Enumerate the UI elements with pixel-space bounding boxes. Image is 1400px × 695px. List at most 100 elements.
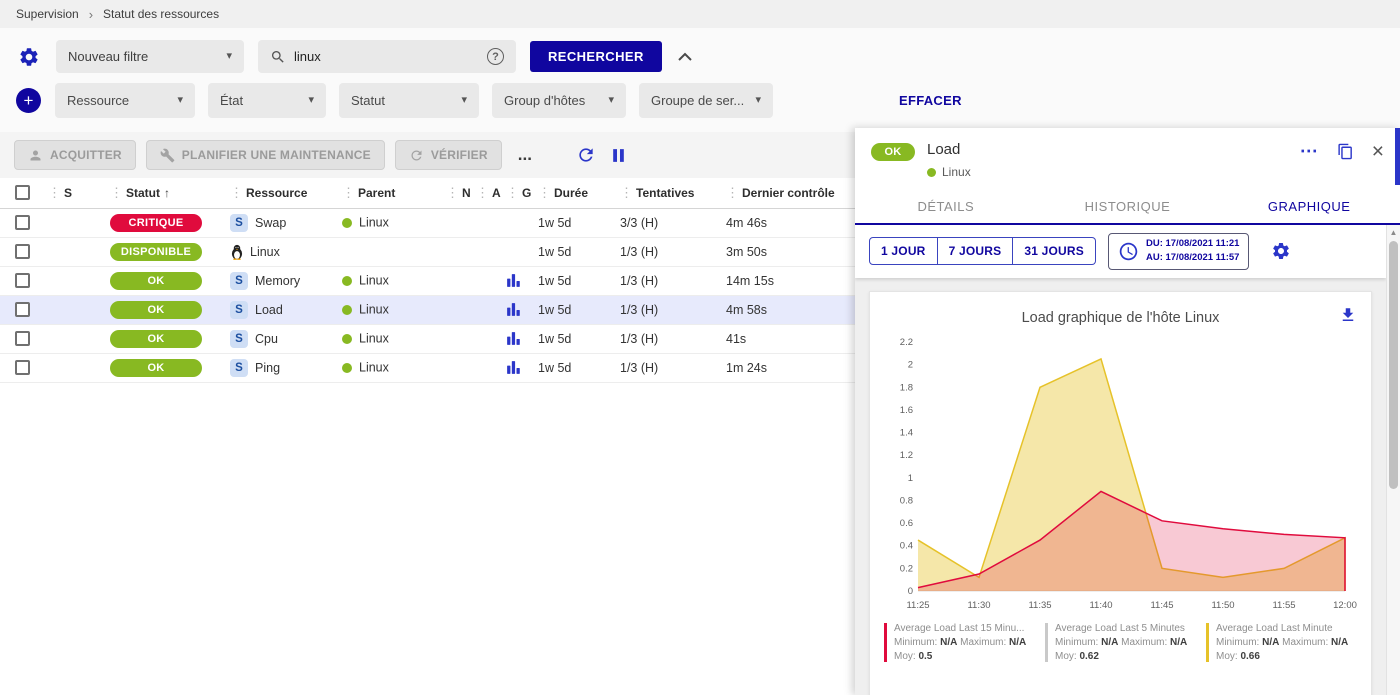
drag-handle-icon[interactable]: ⋮ [538, 185, 551, 200]
column-header-parent[interactable]: ⋮Parent [338, 178, 442, 208]
scroll-up-arrow-icon[interactable]: ▲ [1387, 228, 1400, 237]
column-header-duree[interactable]: ⋮Durée [534, 178, 616, 208]
copy-link-icon[interactable] [1335, 141, 1356, 162]
more-actions-button[interactable]: ... [512, 145, 538, 165]
resource-cell[interactable]: SSwap [226, 208, 338, 237]
breadcrumb-item-supervision[interactable]: Supervision [16, 7, 79, 21]
parent-cell[interactable]: Linux [338, 353, 442, 382]
graph-settings-gear-icon[interactable] [1269, 239, 1293, 263]
parent-cell[interactable]: Linux [338, 295, 442, 324]
table-row[interactable]: OKSPingLinux1w 5d1/3 (H)1m 24s [0, 353, 855, 382]
graph-icon[interactable] [506, 360, 521, 375]
range-button-1-jour[interactable]: 1 JOUR [869, 237, 938, 265]
column-header-a[interactable]: ⋮A [472, 178, 502, 208]
search-button[interactable]: RECHERCHER [530, 41, 662, 72]
drag-handle-icon[interactable]: ⋮ [506, 185, 519, 200]
row-checkbox[interactable] [15, 360, 30, 375]
saved-filter-select[interactable]: Nouveau filtre ▾ [56, 40, 244, 73]
row-checkbox[interactable] [15, 273, 30, 288]
help-icon[interactable]: ? [487, 48, 504, 65]
graph-cell[interactable] [502, 266, 534, 295]
range-button-31-jours[interactable]: 31 JOURS [1013, 237, 1096, 265]
graph-icon[interactable] [506, 331, 521, 346]
table-row[interactable]: OKSLoadLinux1w 5d1/3 (H)4m 58s [0, 295, 855, 324]
column-header-n[interactable]: ⋮N [442, 178, 472, 208]
criteria-select-groupe-de-ser[interactable]: Groupe de ser...▾ [639, 83, 773, 118]
resource-cell[interactable]: SCpu [226, 324, 338, 353]
drag-handle-icon[interactable]: ⋮ [446, 185, 459, 200]
row-checkbox[interactable] [15, 331, 30, 346]
severity-cell [44, 266, 106, 295]
criteria-select-ressource[interactable]: Ressource▾ [55, 83, 195, 118]
graph-cell[interactable] [502, 324, 534, 353]
criteria-select-group-d-hotes[interactable]: Group d'hôtes▾ [492, 83, 626, 118]
resource-cell[interactable]: SLoad [226, 295, 338, 324]
drag-handle-icon[interactable]: ⋮ [342, 185, 355, 200]
table-row[interactable]: DISPONIBLELinux1w 5d1/3 (H)3m 50s [0, 237, 855, 266]
tab-historique[interactable]: HISTORIQUE [1037, 188, 1219, 223]
breadcrumb-item-statut-des-ressources[interactable]: Statut des ressources [103, 7, 219, 21]
status-badge: OK [110, 272, 202, 290]
column-header-tentatives[interactable]: ⋮Tentatives [616, 178, 722, 208]
search-box[interactable]: ? [258, 40, 516, 73]
column-header-dernier[interactable]: ⋮Dernier contrôle [722, 178, 855, 208]
pause-icon[interactable] [608, 145, 629, 166]
criteria-select-statut[interactable]: Statut▾ [339, 83, 479, 118]
resource-cell[interactable]: Linux [226, 237, 338, 266]
range-button-7-jours[interactable]: 7 JOURS [938, 237, 1014, 265]
parent-cell[interactable]: Linux [338, 324, 442, 353]
drag-handle-icon[interactable]: ⋮ [110, 185, 123, 200]
column-header-g[interactable]: ⋮G [502, 178, 534, 208]
drag-handle-icon[interactable]: ⋮ [48, 185, 61, 200]
parent-cell[interactable]: Linux [338, 266, 442, 295]
column-header-ressource[interactable]: ⋮Ressource [226, 178, 338, 208]
add-criteria-button[interactable]: + [16, 88, 41, 113]
last-check-cell: 41s [722, 324, 855, 353]
drag-handle-icon[interactable]: ⋮ [620, 185, 633, 200]
graph-icon[interactable] [506, 273, 521, 288]
drag-handle-icon[interactable]: ⋮ [476, 185, 489, 200]
graph-icon[interactable] [506, 302, 521, 317]
row-checkbox[interactable] [15, 215, 30, 230]
row-checkbox[interactable] [15, 244, 30, 259]
scrollbar-thumb[interactable] [1389, 241, 1398, 489]
svg-text:0.8: 0.8 [900, 495, 913, 506]
legend-item[interactable]: Average Load Last 15 Minu...Minimum: N/A… [884, 623, 1035, 662]
table-row[interactable]: OKSCpuLinux1w 5d1/3 (H)41s [0, 324, 855, 353]
download-icon[interactable] [1339, 306, 1357, 327]
column-header-statut[interactable]: ⋮Statut↑ [106, 178, 226, 208]
resource-cell[interactable]: SMemory [226, 266, 338, 295]
close-icon[interactable]: × [1372, 141, 1384, 162]
tab-details[interactable]: DÉTAILS [855, 188, 1037, 223]
refresh-icon[interactable] [574, 143, 598, 167]
collapse-filters-chevron-icon[interactable] [678, 52, 692, 61]
custom-period-picker[interactable]: DU: 17/08/2021 11:21 AU: 17/08/2021 11:5… [1108, 233, 1249, 270]
row-checkbox[interactable] [15, 302, 30, 317]
legend-item[interactable]: Average Load Last 5 MinutesMinimum: N/A … [1045, 623, 1196, 662]
search-input[interactable] [294, 49, 479, 64]
check-refresh-icon [409, 148, 424, 163]
svg-text:1.6: 1.6 [900, 404, 913, 415]
clear-filters-button[interactable]: EFFACER [899, 93, 962, 108]
select-all-checkbox[interactable] [15, 185, 30, 200]
check-button[interactable]: VÉRIFIER [395, 140, 502, 170]
parent-cell[interactable] [338, 237, 442, 266]
drag-handle-icon[interactable]: ⋮ [726, 185, 739, 200]
criteria-select-etat[interactable]: État▾ [208, 83, 326, 118]
set-downtime-button[interactable]: PLANIFIER UNE MAINTENANCE [146, 140, 385, 170]
graph-cell[interactable] [502, 295, 534, 324]
acknowledge-button[interactable]: ACQUITTER [14, 140, 136, 170]
table-row[interactable]: CRITIQUESSwapLinux1w 5d3/3 (H)4m 46s [0, 208, 855, 237]
column-header-s[interactable]: ⋮S [44, 178, 106, 208]
graph-cell[interactable] [502, 353, 534, 382]
filters-gear-icon[interactable] [16, 44, 42, 70]
more-icon[interactable]: ⋯ [1300, 141, 1319, 162]
legend-item[interactable]: Average Load Last MinuteMinimum: N/A Max… [1206, 623, 1357, 662]
parent-cell[interactable]: Linux [338, 208, 442, 237]
sort-asc-icon[interactable]: ↑ [164, 186, 170, 200]
drag-handle-icon[interactable]: ⋮ [230, 185, 243, 200]
table-row[interactable]: OKSMemoryLinux1w 5d1/3 (H)14m 15s [0, 266, 855, 295]
panel-scrollbar[interactable]: ▲ [1386, 225, 1400, 695]
resource-cell[interactable]: SPing [226, 353, 338, 382]
tab-graphique[interactable]: GRAPHIQUE [1218, 188, 1400, 223]
